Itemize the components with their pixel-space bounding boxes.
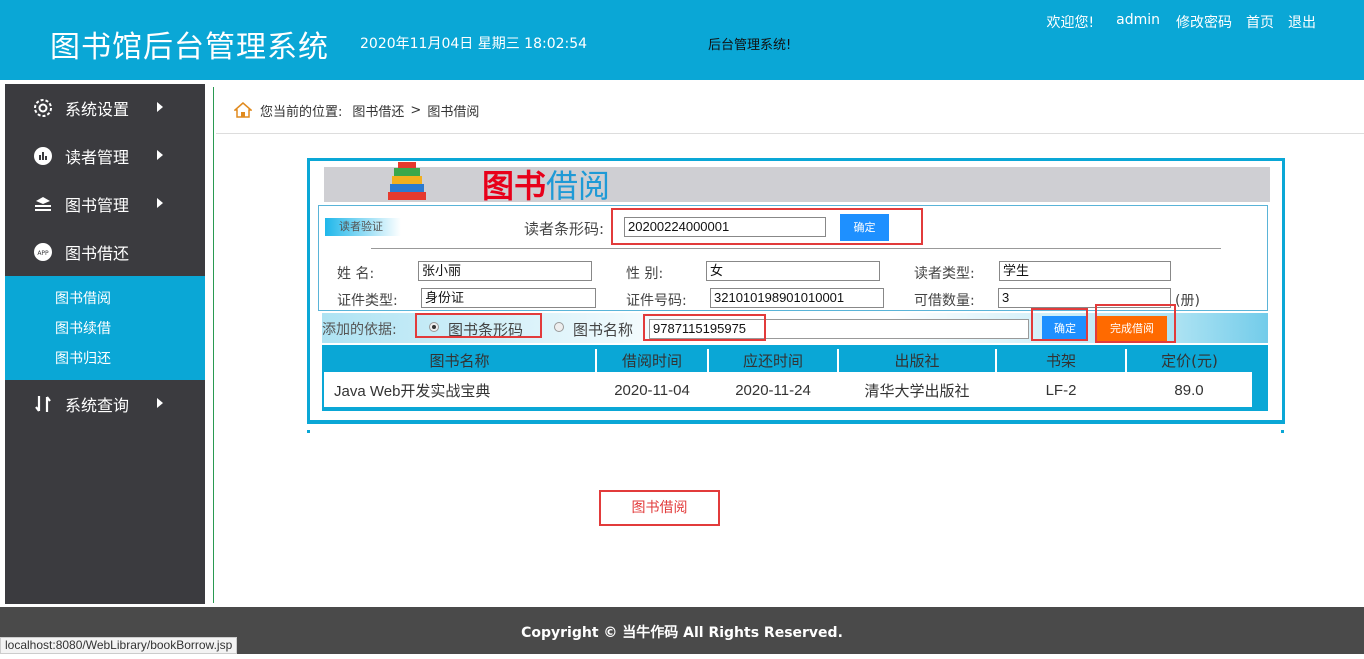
borrow-panel: 图书借阅 读者验证 读者条形码: 20200224000001 确定 姓 名: … bbox=[307, 158, 1285, 424]
breadcrumb-parent[interactable]: 图书借还 bbox=[352, 101, 404, 120]
annotation-callout: 图书借阅 bbox=[599, 490, 720, 526]
sidebar-item-book-management[interactable]: 图书管理 bbox=[5, 180, 205, 228]
submenu-item-renew[interactable]: 图书续借 bbox=[5, 314, 205, 344]
cell-book-name: Java Web开发实战宝典 bbox=[324, 373, 596, 407]
cell-due-date: 2020-11-24 bbox=[708, 373, 838, 407]
breadcrumb: 您当前的位置: 图书借还 > 图书借阅 bbox=[216, 87, 1364, 134]
col-price: 定价(元) bbox=[1126, 349, 1252, 374]
cell-publisher: 清华大学出版社 bbox=[838, 373, 996, 407]
sidebar-item-label: 系统查询 bbox=[65, 396, 130, 415]
logout-link[interactable]: 退出 bbox=[1288, 12, 1316, 32]
gender-field: 女 bbox=[706, 261, 880, 281]
banner-title-red: 图书 bbox=[482, 167, 547, 205]
annotation-box bbox=[415, 313, 542, 338]
reader-type-field: 学生 bbox=[999, 261, 1171, 281]
stack-icon bbox=[33, 194, 53, 214]
table-row: Java Web开发实战宝典 2020-11-04 2020-11-24 清华大… bbox=[324, 373, 1252, 407]
submenu-item-borrow[interactable]: 图书借阅 bbox=[5, 284, 205, 314]
annotation-box bbox=[643, 314, 766, 341]
caret-right-icon bbox=[157, 198, 163, 208]
top-nav: 欢迎您! admin 修改密码 首页 退出 bbox=[1047, 12, 1317, 32]
banner-title: 图书借阅 bbox=[482, 168, 610, 204]
borrow-table-wrap: 图书名称 借阅时间 应还时间 出版社 书架 定价(元) Java Web开发实战… bbox=[322, 345, 1268, 411]
banner-title-blue: 借阅 bbox=[546, 167, 611, 205]
home-icon bbox=[234, 102, 252, 118]
reader-verify-box: 读者验证 读者条形码: 20200224000001 确定 姓 名: 张小丽 性… bbox=[318, 205, 1268, 311]
cell-shelf: LF-2 bbox=[996, 373, 1126, 407]
app-title: 图书馆后台管理系统 bbox=[50, 30, 329, 65]
id-type-field: 身份证 bbox=[421, 288, 596, 308]
caret-right-icon bbox=[157, 150, 163, 160]
sort-icon bbox=[33, 394, 53, 414]
breadcrumb-separator: > bbox=[410, 102, 422, 118]
top-header: 图书馆后台管理系统 2020年11月04日 星期三 18:02:54 后台管理系… bbox=[0, 0, 1364, 80]
caret-right-icon bbox=[157, 102, 163, 112]
name-field: 张小丽 bbox=[418, 261, 592, 281]
caret-right-icon bbox=[157, 398, 163, 408]
change-password-link[interactable]: 修改密码 bbox=[1176, 12, 1232, 32]
reader-verify-tag: 读者验证 bbox=[325, 218, 401, 236]
id-type-label: 证件类型: bbox=[337, 293, 398, 309]
name-label: 姓 名: bbox=[337, 266, 375, 282]
books-icon bbox=[382, 162, 432, 202]
sidebar: 系统设置 读者管理 图书管理 APP 图书借还 图书借阅 图书续借 图书归还 系… bbox=[5, 84, 205, 604]
reader-type-label: 读者类型: bbox=[914, 266, 975, 282]
add-by-label: 添加的依据: bbox=[322, 322, 397, 338]
sidebar-item-label: 读者管理 bbox=[65, 148, 130, 167]
chart-icon bbox=[33, 146, 53, 166]
cell-borrow-date: 2020-11-04 bbox=[596, 373, 708, 407]
sidebar-item-system-settings[interactable]: 系统设置 bbox=[5, 84, 205, 132]
annotation-box bbox=[1031, 308, 1088, 341]
radio-book-name[interactable] bbox=[554, 322, 564, 332]
id-number-field: 321010198901010001 bbox=[710, 288, 884, 308]
status-bar-url: localhost:8080/WebLibrary/bookBorrow.jsp bbox=[0, 637, 238, 654]
sidebar-item-borrow-return[interactable]: APP 图书借还 bbox=[5, 228, 205, 276]
add-book-row: 添加的依据: 图书条形码 图书名称 9787115195975 确定 完成借阅 bbox=[322, 304, 1268, 343]
submenu-borrow-return: 图书借阅 图书续借 图书归还 bbox=[5, 276, 205, 380]
col-shelf: 书架 bbox=[996, 349, 1127, 374]
id-number-label: 证件号码: bbox=[626, 293, 687, 309]
col-publisher: 出版社 bbox=[838, 349, 997, 374]
panel-banner: 图书借阅 bbox=[324, 162, 1270, 204]
divider bbox=[371, 248, 1221, 249]
radio-name-label: 图书名称 bbox=[573, 321, 634, 339]
quota-unit: (册) bbox=[1175, 293, 1200, 309]
annotation-box bbox=[611, 208, 923, 245]
sidebar-item-reader-management[interactable]: 读者管理 bbox=[5, 132, 205, 180]
col-borrow-date: 借阅时间 bbox=[596, 349, 709, 374]
breadcrumb-prefix: 您当前的位置: bbox=[260, 104, 343, 120]
table-header-row: 图书名称 借阅时间 应还时间 出版社 书架 定价(元) bbox=[324, 349, 1252, 374]
sidebar-item-system-query[interactable]: 系统查询 bbox=[5, 380, 205, 428]
app-icon: APP bbox=[33, 242, 53, 262]
col-due-date: 应还时间 bbox=[708, 349, 839, 374]
home-link[interactable]: 首页 bbox=[1246, 12, 1274, 32]
current-user: admin bbox=[1116, 12, 1160, 28]
content-divider bbox=[213, 87, 214, 603]
reader-barcode-label: 读者条形码: bbox=[524, 220, 605, 238]
breadcrumb-current: 图书借阅 bbox=[427, 104, 480, 120]
submenu-item-return[interactable]: 图书归还 bbox=[5, 344, 205, 374]
annotation-box bbox=[1095, 304, 1176, 343]
gear-icon bbox=[33, 98, 53, 118]
panel-corner-mark bbox=[1281, 430, 1284, 433]
datetime-display: 2020年11月04日 星期三 18:02:54 bbox=[360, 36, 588, 52]
sidebar-item-label: 图书管理 bbox=[65, 196, 130, 215]
cell-price: 89.0 bbox=[1126, 373, 1252, 407]
sidebar-item-label: 系统设置 bbox=[65, 100, 130, 119]
welcome-text: 欢迎您! bbox=[1046, 15, 1095, 31]
svg-text:APP: APP bbox=[37, 250, 49, 257]
gender-label: 性 别: bbox=[626, 266, 664, 282]
col-book-name: 图书名称 bbox=[324, 349, 597, 374]
quota-label: 可借数量: bbox=[914, 293, 975, 309]
borrow-table: 图书名称 借阅时间 应还时间 出版社 书架 定价(元) Java Web开发实战… bbox=[324, 349, 1252, 407]
panel-corner-mark bbox=[307, 430, 310, 433]
header-message: 后台管理系统! bbox=[708, 38, 792, 53]
sidebar-item-label: 图书借还 bbox=[65, 244, 130, 263]
